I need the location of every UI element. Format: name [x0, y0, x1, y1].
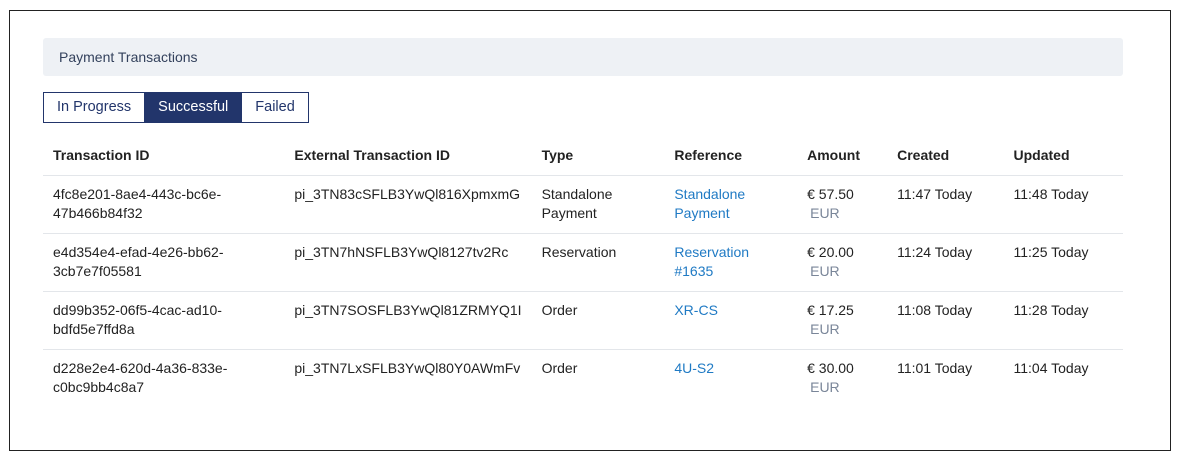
- updated-cell: 11:48 Today: [1003, 175, 1123, 234]
- table-row[interactable]: d228e2e4-620d-4a36-833e-c0bc9bb4c8a7 pi_…: [43, 349, 1123, 407]
- created-cell: 11:01 Today: [897, 359, 973, 376]
- reference-link-text[interactable]: XR-CS: [674, 302, 718, 318]
- table-row[interactable]: e4d354e4-efad-4e26-bb62- 3cb7e7f05581 pi_…: [43, 233, 1123, 292]
- amount-cell: € 20.00 EUR: [797, 233, 888, 292]
- panel-title: Payment Transactions: [43, 38, 1123, 76]
- tab-failed[interactable]: Failed: [242, 93, 308, 122]
- transactions-table: Transaction ID External Transaction ID T…: [43, 136, 1123, 407]
- created-cell: 11:47 Today: [887, 175, 1004, 234]
- table-row[interactable]: 4fc8e201-8ae4-443c-bc6e- 47b466b84f32 pi_…: [43, 175, 1123, 234]
- column-header-updated[interactable]: Updated: [1003, 136, 1123, 176]
- column-header-external-transaction-id[interactable]: External Transaction ID: [284, 136, 532, 176]
- currency-label: EUR: [810, 378, 840, 395]
- tab-successful[interactable]: Successful: [145, 93, 243, 122]
- transaction-id-cell: 4fc8e201-8ae4-443c-bc6e- 47b466b84f32: [43, 175, 285, 234]
- type-cell: Order: [531, 291, 665, 350]
- updated-cell: 11:25 Today: [1003, 233, 1123, 292]
- table-header-row: Transaction ID External Transaction ID T…: [43, 136, 1123, 176]
- reference-link[interactable]: Reservation #1635: [664, 233, 798, 292]
- external-id-cell: pi_3TN7LxSFLB3YwQl80Y0AWmFv: [294, 359, 521, 376]
- created-cell: 11:24 Today: [887, 233, 1004, 292]
- reference-link[interactable]: 4U-S2: [664, 349, 797, 407]
- tab-in-progress[interactable]: In Progress: [44, 93, 146, 122]
- created-cell: 11:08 Today: [887, 291, 1004, 350]
- reference-link-text[interactable]: 4U-S2: [674, 360, 714, 376]
- column-header-amount[interactable]: Amount: [797, 136, 888, 176]
- updated-cell: 11:28 Today: [1003, 291, 1123, 350]
- column-header-type[interactable]: Type: [531, 136, 665, 176]
- reference-link[interactable]: XR-CS: [664, 291, 798, 350]
- status-tabs: In Progress Successful Failed: [43, 92, 309, 123]
- type-cell: Standalone Payment: [531, 175, 665, 234]
- currency-label: EUR: [810, 320, 840, 337]
- currency-label: EUR: [810, 204, 840, 221]
- table-row[interactable]: dd99b352-06f5-4cac-ad10- bdfd5e7ffd8a pi_…: [43, 291, 1123, 350]
- column-header-transaction-id[interactable]: Transaction ID: [43, 136, 285, 176]
- transaction-id-cell: e4d354e4-efad-4e26-bb62- 3cb7e7f05581: [43, 233, 285, 292]
- column-header-created[interactable]: Created: [887, 136, 1004, 176]
- external-id-cell: pi_3TN7SOSFLB3YwQl81ZRMYQ1I: [284, 291, 532, 350]
- column-header-reference[interactable]: Reference: [664, 136, 798, 176]
- amount-cell: € 17.25 EUR: [797, 291, 888, 350]
- transaction-id-cell: d228e2e4-620d-4a36-833e-c0bc9bb4c8a7: [53, 359, 228, 395]
- amount-cell: € 57.50 EUR: [797, 175, 888, 234]
- amount-cell: € 30.00 EUR: [797, 349, 887, 407]
- type-cell: Reservation: [531, 233, 665, 292]
- external-id-cell: pi_3TN83cSFLB3YwQl816XpmxmG: [284, 175, 532, 234]
- reference-link-text[interactable]: Standalone Payment: [674, 185, 787, 223]
- type-cell: Order: [541, 359, 578, 376]
- reference-link[interactable]: Standalone Payment: [664, 175, 798, 234]
- external-id-cell: pi_3TN7hNSFLB3YwQl8127tv2Rc: [284, 233, 532, 292]
- currency-label: EUR: [810, 262, 840, 279]
- reference-link-text[interactable]: Reservation #1635: [674, 244, 749, 279]
- updated-cell: 11:04 Today: [1013, 359, 1089, 376]
- transaction-id-cell: dd99b352-06f5-4cac-ad10- bdfd5e7ffd8a: [43, 291, 285, 350]
